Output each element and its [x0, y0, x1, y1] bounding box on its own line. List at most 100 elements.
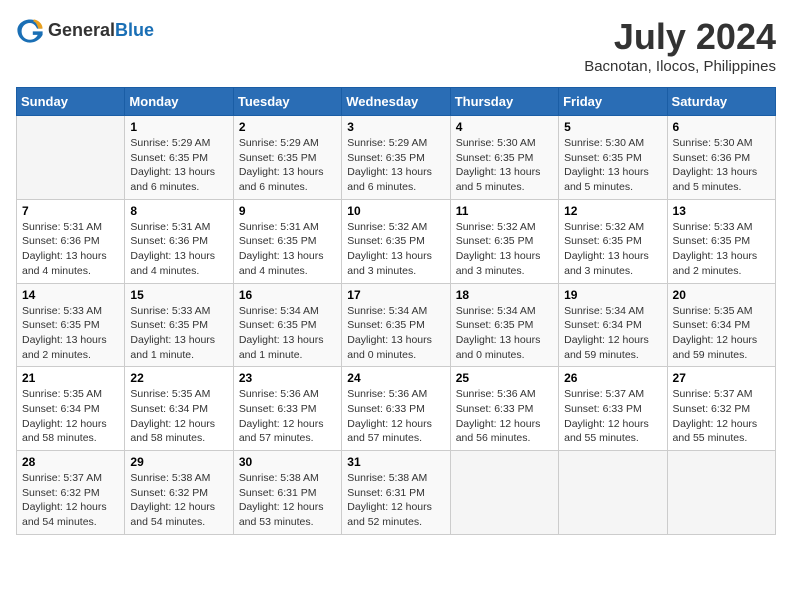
- day-info: Sunrise: 5:30 AM Sunset: 6:35 PM Dayligh…: [564, 136, 661, 195]
- calendar-cell: 28 Sunrise: 5:37 AM Sunset: 6:32 PM Dayli…: [17, 451, 125, 535]
- calendar-cell: 7 Sunrise: 5:31 AM Sunset: 6:36 PM Daylig…: [17, 199, 125, 283]
- logo-icon: [16, 16, 44, 44]
- day-info: Sunrise: 5:33 AM Sunset: 6:35 PM Dayligh…: [673, 220, 770, 279]
- calendar-cell: 25Sunrise: 5:36 AM Sunset: 6:33 PM Dayli…: [450, 367, 558, 451]
- day-number: 29: [130, 455, 227, 469]
- day-number: 13: [673, 204, 770, 218]
- day-info: Sunrise: 5:32 AM Sunset: 6:35 PM Dayligh…: [347, 220, 444, 279]
- day-number: 30: [239, 455, 336, 469]
- logo: GeneralBlue: [16, 16, 154, 44]
- day-number: 12: [564, 204, 661, 218]
- calendar-cell: 30 Sunrise: 5:38 AM Sunset: 6:31 PM Dayli…: [233, 451, 341, 535]
- day-info: Sunrise: 5:32 AM Sunset: 6:35 PM Dayligh…: [564, 220, 661, 279]
- calendar-cell: [450, 451, 558, 535]
- calendar-body: 1 Sunrise: 5:29 AM Sunset: 6:35 PM Daylig…: [17, 116, 776, 535]
- calendar-week-1: 1 Sunrise: 5:29 AM Sunset: 6:35 PM Daylig…: [17, 116, 776, 200]
- day-info: Sunrise: 5:34 AM Sunset: 6:35 PM Dayligh…: [239, 304, 336, 363]
- day-number: 22: [130, 371, 227, 385]
- day-info: Sunrise: 5:35 AM Sunset: 6:34 PM Dayligh…: [22, 387, 119, 446]
- day-info: Sunrise: 5:34 AM Sunset: 6:35 PM Dayligh…: [456, 304, 553, 363]
- month-year: July 2024: [584, 16, 776, 58]
- day-info: Sunrise: 5:33 AM Sunset: 6:35 PM Dayligh…: [22, 304, 119, 363]
- day-number: 15: [130, 288, 227, 302]
- day-info: Sunrise: 5:37 AM Sunset: 6:32 PM Dayligh…: [673, 387, 770, 446]
- day-info: Sunrise: 5:29 AM Sunset: 6:35 PM Dayligh…: [130, 136, 227, 195]
- day-info: Sunrise: 5:34 AM Sunset: 6:34 PM Dayligh…: [564, 304, 661, 363]
- day-info: Sunrise: 5:33 AM Sunset: 6:35 PM Dayligh…: [130, 304, 227, 363]
- calendar-week-2: 7 Sunrise: 5:31 AM Sunset: 6:36 PM Daylig…: [17, 199, 776, 283]
- calendar-cell: 2Sunrise: 5:29 AM Sunset: 6:35 PM Daylig…: [233, 116, 341, 200]
- calendar-cell: 15 Sunrise: 5:33 AM Sunset: 6:35 PM Dayli…: [125, 283, 233, 367]
- day-info: Sunrise: 5:31 AM Sunset: 6:36 PM Dayligh…: [22, 220, 119, 279]
- logo-blue: Blue: [115, 20, 154, 40]
- calendar-cell: 9Sunrise: 5:31 AM Sunset: 6:35 PM Daylig…: [233, 199, 341, 283]
- day-info: Sunrise: 5:38 AM Sunset: 6:31 PM Dayligh…: [239, 471, 336, 530]
- day-info: Sunrise: 5:35 AM Sunset: 6:34 PM Dayligh…: [673, 304, 770, 363]
- day-number: 7: [22, 204, 119, 218]
- weekday-header-thursday: Thursday: [450, 88, 558, 116]
- day-info: Sunrise: 5:29 AM Sunset: 6:35 PM Dayligh…: [239, 136, 336, 195]
- location: Bacnotan, Ilocos, Philippines: [584, 58, 776, 75]
- calendar-cell: 1 Sunrise: 5:29 AM Sunset: 6:35 PM Daylig…: [125, 116, 233, 200]
- day-info: Sunrise: 5:38 AM Sunset: 6:32 PM Dayligh…: [130, 471, 227, 530]
- day-info: Sunrise: 5:34 AM Sunset: 6:35 PM Dayligh…: [347, 304, 444, 363]
- calendar-header: SundayMondayTuesdayWednesdayThursdayFrid…: [17, 88, 776, 116]
- day-number: 10: [347, 204, 444, 218]
- calendar-cell: 24Sunrise: 5:36 AM Sunset: 6:33 PM Dayli…: [342, 367, 450, 451]
- calendar-week-3: 14 Sunrise: 5:33 AM Sunset: 6:35 PM Dayli…: [17, 283, 776, 367]
- calendar-cell: 22 Sunrise: 5:35 AM Sunset: 6:34 PM Dayli…: [125, 367, 233, 451]
- calendar-cell: 5 Sunrise: 5:30 AM Sunset: 6:35 PM Daylig…: [559, 116, 667, 200]
- calendar-cell: 23 Sunrise: 5:36 AM Sunset: 6:33 PM Dayli…: [233, 367, 341, 451]
- calendar-week-5: 28 Sunrise: 5:37 AM Sunset: 6:32 PM Dayli…: [17, 451, 776, 535]
- day-info: Sunrise: 5:35 AM Sunset: 6:34 PM Dayligh…: [130, 387, 227, 446]
- day-number: 26: [564, 371, 661, 385]
- calendar-cell: 20 Sunrise: 5:35 AM Sunset: 6:34 PM Dayli…: [667, 283, 775, 367]
- day-info: Sunrise: 5:36 AM Sunset: 6:33 PM Dayligh…: [347, 387, 444, 446]
- day-number: 20: [673, 288, 770, 302]
- weekday-header-tuesday: Tuesday: [233, 88, 341, 116]
- day-number: 16: [239, 288, 336, 302]
- title-block: July 2024 Bacnotan, Ilocos, Philippines: [584, 16, 776, 75]
- day-info: Sunrise: 5:37 AM Sunset: 6:33 PM Dayligh…: [564, 387, 661, 446]
- weekday-header-friday: Friday: [559, 88, 667, 116]
- weekday-header-monday: Monday: [125, 88, 233, 116]
- day-info: Sunrise: 5:36 AM Sunset: 6:33 PM Dayligh…: [456, 387, 553, 446]
- day-number: 5: [564, 120, 661, 134]
- page-header: GeneralBlue July 2024 Bacnotan, Ilocos, …: [16, 16, 776, 75]
- day-info: Sunrise: 5:32 AM Sunset: 6:35 PM Dayligh…: [456, 220, 553, 279]
- calendar-cell: 18Sunrise: 5:34 AM Sunset: 6:35 PM Dayli…: [450, 283, 558, 367]
- calendar-cell: 8Sunrise: 5:31 AM Sunset: 6:36 PM Daylig…: [125, 199, 233, 283]
- logo-text: GeneralBlue: [48, 20, 154, 41]
- day-number: 1: [130, 120, 227, 134]
- day-number: 19: [564, 288, 661, 302]
- calendar-cell: 14 Sunrise: 5:33 AM Sunset: 6:35 PM Dayli…: [17, 283, 125, 367]
- day-number: 27: [673, 371, 770, 385]
- calendar-cell: 13 Sunrise: 5:33 AM Sunset: 6:35 PM Dayli…: [667, 199, 775, 283]
- calendar-cell: 17Sunrise: 5:34 AM Sunset: 6:35 PM Dayli…: [342, 283, 450, 367]
- calendar-cell: 31 Sunrise: 5:38 AM Sunset: 6:31 PM Dayli…: [342, 451, 450, 535]
- calendar-cell: 29 Sunrise: 5:38 AM Sunset: 6:32 PM Dayli…: [125, 451, 233, 535]
- calendar-cell: 19 Sunrise: 5:34 AM Sunset: 6:34 PM Dayli…: [559, 283, 667, 367]
- calendar-cell: 26 Sunrise: 5:37 AM Sunset: 6:33 PM Dayli…: [559, 367, 667, 451]
- day-info: Sunrise: 5:31 AM Sunset: 6:35 PM Dayligh…: [239, 220, 336, 279]
- calendar-cell: 11 Sunrise: 5:32 AM Sunset: 6:35 PM Dayli…: [450, 199, 558, 283]
- calendar-cell: 6Sunrise: 5:30 AM Sunset: 6:36 PM Daylig…: [667, 116, 775, 200]
- weekday-header-saturday: Saturday: [667, 88, 775, 116]
- day-info: Sunrise: 5:37 AM Sunset: 6:32 PM Dayligh…: [22, 471, 119, 530]
- day-number: 28: [22, 455, 119, 469]
- day-info: Sunrise: 5:36 AM Sunset: 6:33 PM Dayligh…: [239, 387, 336, 446]
- day-number: 23: [239, 371, 336, 385]
- weekday-header-wednesday: Wednesday: [342, 88, 450, 116]
- day-info: Sunrise: 5:29 AM Sunset: 6:35 PM Dayligh…: [347, 136, 444, 195]
- day-number: 4: [456, 120, 553, 134]
- day-number: 31: [347, 455, 444, 469]
- calendar-cell: 12 Sunrise: 5:32 AM Sunset: 6:35 PM Dayli…: [559, 199, 667, 283]
- day-number: 3: [347, 120, 444, 134]
- day-number: 14: [22, 288, 119, 302]
- calendar-cell: 27 Sunrise: 5:37 AM Sunset: 6:32 PM Dayli…: [667, 367, 775, 451]
- calendar-cell: 10 Sunrise: 5:32 AM Sunset: 6:35 PM Dayli…: [342, 199, 450, 283]
- calendar-table: SundayMondayTuesdayWednesdayThursdayFrid…: [16, 87, 776, 535]
- day-number: 11: [456, 204, 553, 218]
- day-info: Sunrise: 5:38 AM Sunset: 6:31 PM Dayligh…: [347, 471, 444, 530]
- calendar-cell: [17, 116, 125, 200]
